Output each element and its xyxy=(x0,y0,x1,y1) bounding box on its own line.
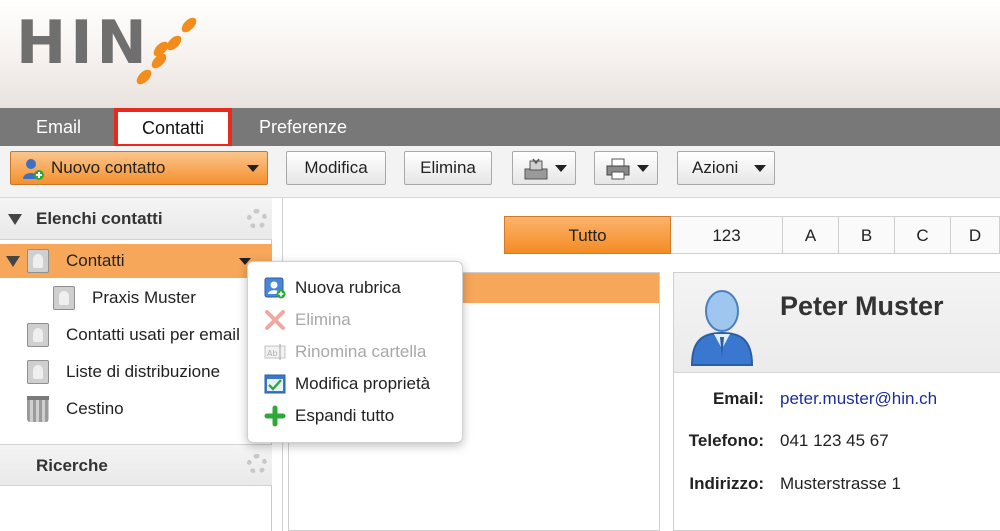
menu-item-expand-all[interactable]: Espandi tutto xyxy=(248,400,462,432)
filter-c[interactable]: C xyxy=(895,216,951,254)
distribution-list-icon xyxy=(27,360,49,384)
green-plus-icon xyxy=(264,405,286,427)
tray-icon xyxy=(524,158,548,180)
tab-preferenze[interactable]: Preferenze xyxy=(259,108,347,146)
tab-contatti[interactable]: Contatti xyxy=(114,108,232,148)
import-export-button[interactable] xyxy=(512,151,576,185)
address-book-icon xyxy=(27,249,49,273)
hin-logo: HIN xyxy=(16,8,151,78)
gear-icon[interactable] xyxy=(247,454,267,474)
logo-dot xyxy=(179,15,199,35)
tree-label: Cestino xyxy=(66,399,124,418)
chevron-down-icon xyxy=(637,165,649,172)
tree-label: Liste di distribuzione xyxy=(66,362,221,381)
person-avatar-icon xyxy=(690,290,754,366)
toolbar: Nuovo contatto Modifica Elimina Azioni xyxy=(0,146,1000,198)
searches-title: Ricerche xyxy=(36,456,108,475)
tree-item-distribution-lists[interactable]: Liste di distribuzione xyxy=(0,355,272,389)
menu-item-delete[interactable]: Elimina xyxy=(248,304,462,336)
filter-tutto[interactable]: Tutto xyxy=(504,216,671,254)
add-contact-icon xyxy=(23,159,44,180)
menu-item-rename-folder[interactable]: Ab Rinomina cartella xyxy=(248,336,462,368)
menu-label: Rinomina cartella xyxy=(295,342,427,361)
filter-123[interactable]: 123 xyxy=(671,216,783,254)
print-button[interactable] xyxy=(594,151,658,185)
main-tab-bar: Email Contatti Preferenze xyxy=(0,108,1000,148)
menu-label: Modifica proprietà xyxy=(295,374,431,393)
phone-label: Telefono: xyxy=(688,431,764,450)
contact-detail: Peter Muster Email: peter.muster@hin.ch … xyxy=(673,272,1000,531)
new-addressbook-icon xyxy=(264,277,286,299)
trash-icon xyxy=(27,396,49,422)
tree-item-contatti[interactable]: Contatti xyxy=(0,244,272,278)
menu-item-new-addressbook[interactable]: Nuova rubrica xyxy=(248,272,462,304)
searches-header[interactable]: Ricerche xyxy=(0,444,272,486)
expand-triangle-icon[interactable] xyxy=(6,256,20,267)
filter-d[interactable]: D xyxy=(951,216,1000,254)
tree-item-recent-contacts[interactable]: Contatti usati per email xyxy=(0,318,272,352)
edit-properties-icon xyxy=(264,374,286,394)
contact-detail-header: Peter Muster xyxy=(674,273,1000,373)
left-panel: Elenchi contatti Contatti Praxis Muster … xyxy=(0,198,272,531)
address-label: Indirizzo: xyxy=(689,474,764,493)
email-label: Email: xyxy=(712,389,764,408)
chevron-down-icon xyxy=(555,165,567,172)
delete-button[interactable]: Elimina xyxy=(404,151,492,185)
address-book-icon xyxy=(53,286,75,310)
menu-label: Elimina xyxy=(295,310,351,329)
new-contact-button[interactable]: Nuovo contatto xyxy=(10,151,268,185)
tree-label: Contatti xyxy=(66,251,125,270)
tree-label: Praxis Muster xyxy=(92,288,196,307)
filter-a[interactable]: A xyxy=(783,216,839,254)
printer-icon xyxy=(606,158,630,180)
collapse-triangle-icon[interactable] xyxy=(8,214,22,225)
contact-lists-title: Elenchi contatti xyxy=(36,209,163,228)
phone-value: 041 123 45 67 xyxy=(780,431,889,450)
email-link[interactable]: peter.muster@hin.ch xyxy=(780,389,937,409)
gear-icon[interactable] xyxy=(247,209,267,229)
new-contact-label: Nuovo contatto xyxy=(51,158,166,177)
filter-b[interactable]: B xyxy=(839,216,895,254)
menu-item-edit-properties[interactable]: Modifica proprietà xyxy=(248,368,462,400)
edit-button[interactable]: Modifica xyxy=(286,151,386,185)
svg-text:Ab: Ab xyxy=(267,349,278,358)
red-x-icon xyxy=(265,310,285,330)
rename-icon: Ab xyxy=(264,344,286,360)
folder-context-menu: Nuova rubrica Elimina Ab Rinomina cartel… xyxy=(247,261,463,443)
menu-label: Nuova rubrica xyxy=(295,278,401,297)
app-header: HIN xyxy=(0,0,1000,108)
contact-name: Peter Muster xyxy=(780,291,944,321)
menu-label: Espandi tutto xyxy=(295,406,395,425)
tree-label: Contatti usati per email xyxy=(66,325,240,344)
address-value: Musterstrasse 1 xyxy=(780,474,901,493)
alphabet-filter: Tutto 123 A B C D xyxy=(504,216,1000,254)
contact-lists-header[interactable]: Elenchi contatti xyxy=(0,198,272,240)
tab-email[interactable]: Email xyxy=(36,108,81,146)
chevron-down-icon xyxy=(754,165,766,172)
actions-button[interactable]: Azioni xyxy=(677,151,775,185)
tree-item-praxis-muster[interactable]: Praxis Muster xyxy=(0,281,272,315)
address-book-icon xyxy=(27,323,49,347)
tree-item-trash[interactable]: Cestino xyxy=(0,392,272,426)
chevron-down-icon xyxy=(247,165,259,172)
actions-label: Azioni xyxy=(692,158,739,177)
